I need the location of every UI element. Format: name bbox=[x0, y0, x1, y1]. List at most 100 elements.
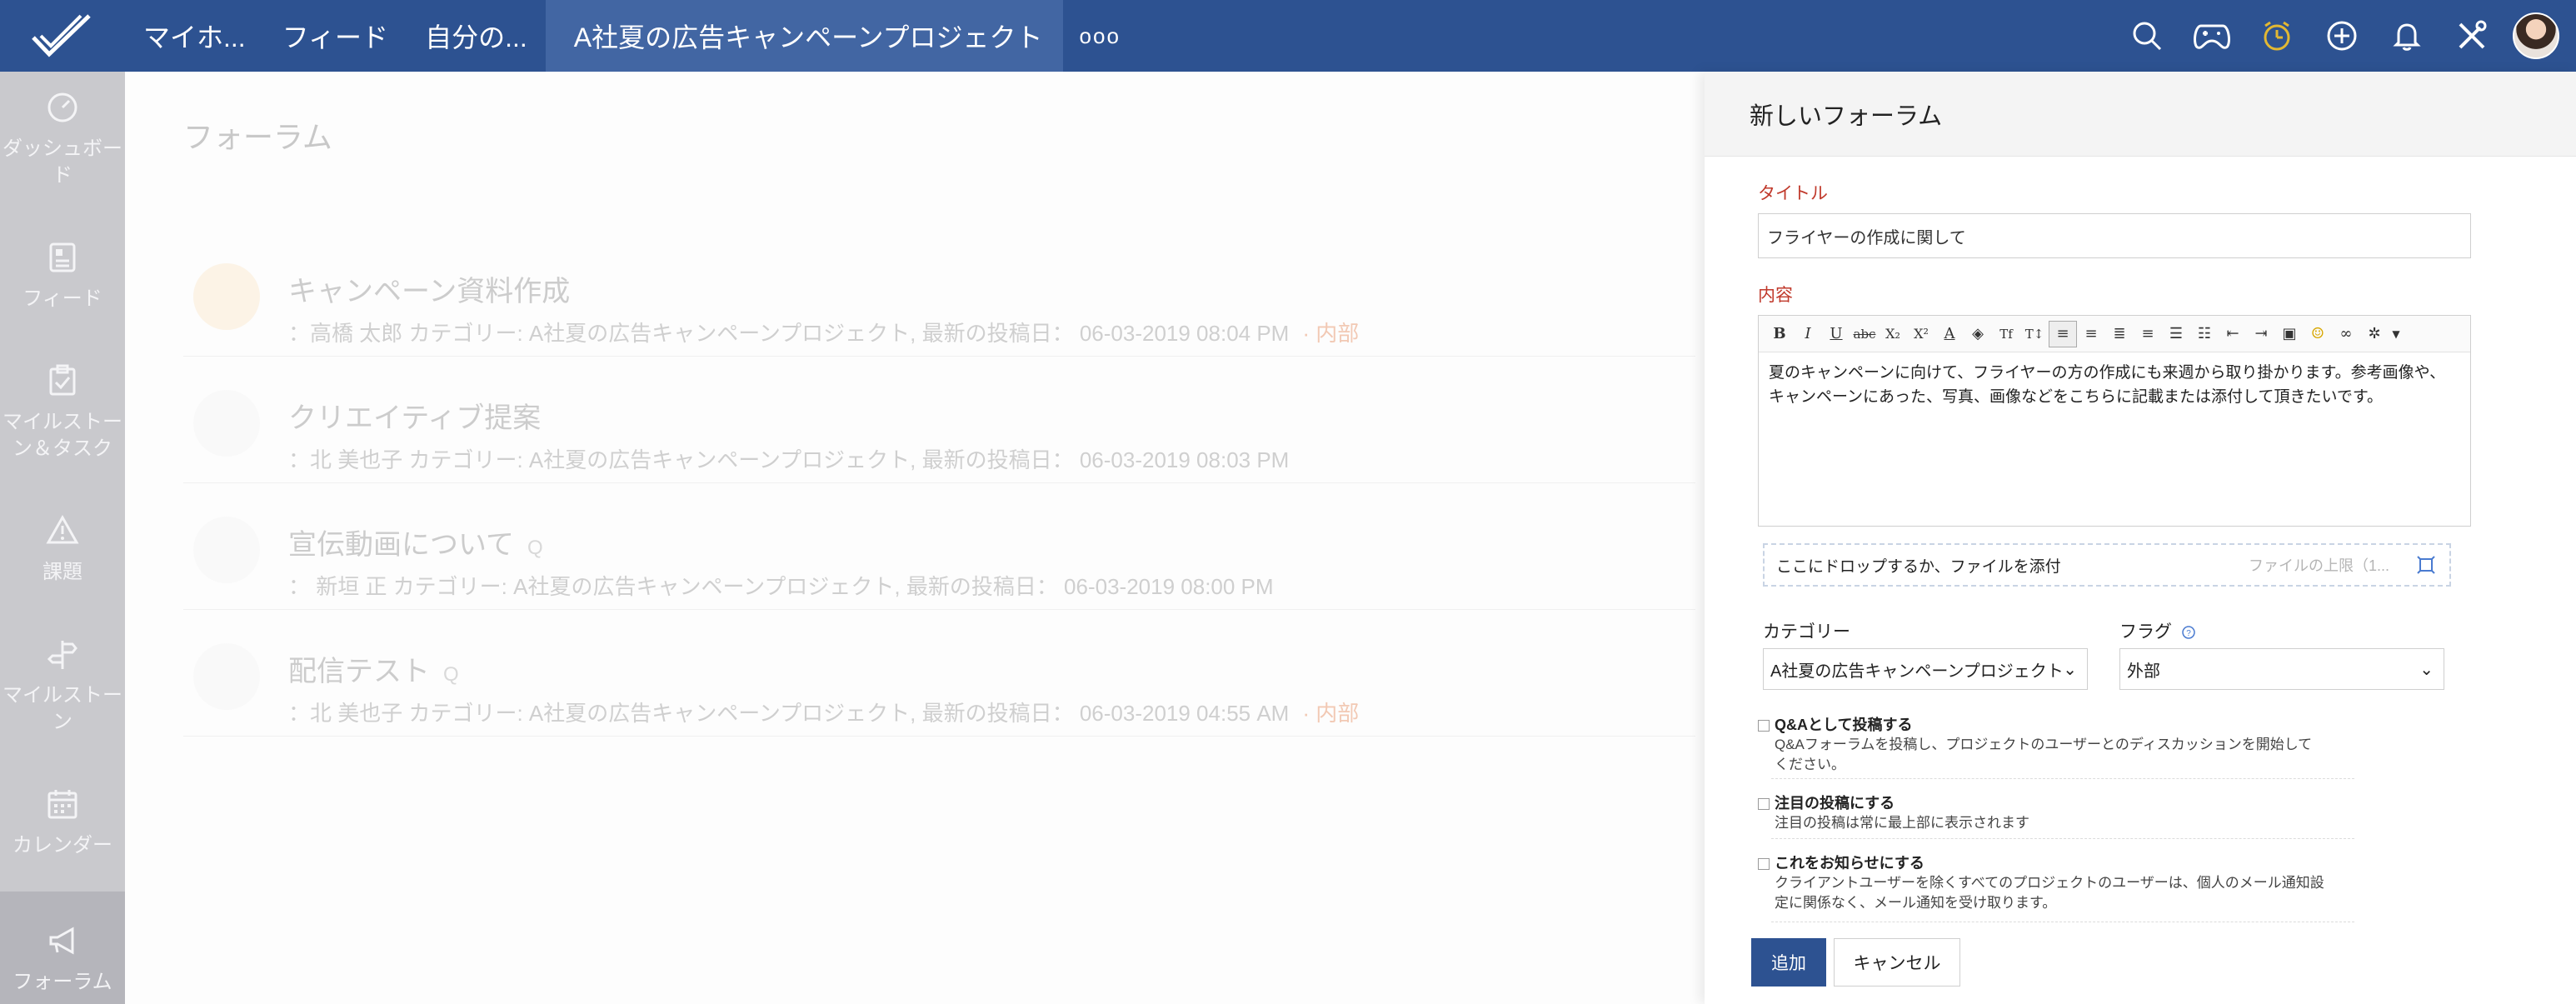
top-icons bbox=[2114, 0, 2576, 72]
qa-icon: Q bbox=[527, 537, 543, 559]
link-icon[interactable]: ∞ bbox=[2332, 321, 2360, 347]
italic-icon[interactable]: I bbox=[1794, 321, 1822, 347]
forum-meta-text: ：高橋 太郎 カテゴリー: A社夏の広告キャンペーンプロジェクト, 最新の投稿日… bbox=[288, 321, 1290, 346]
nav-mine[interactable]: 自分の... bbox=[407, 0, 546, 72]
announcement-option-desc: クライアントユーザーを除くすべてのプロジェクトのユーザーは、個人のメール通知設定… bbox=[1775, 875, 2324, 911]
subscript-icon[interactable]: X₂ bbox=[1879, 321, 1907, 347]
featured-option-desc: 注目の投稿は常に最上部に表示されます bbox=[1775, 815, 2029, 831]
avatar bbox=[193, 263, 260, 330]
bold-icon[interactable]: B bbox=[1765, 321, 1794, 347]
image-icon[interactable]: ▣ bbox=[2275, 321, 2304, 347]
sidebar-item-calendar[interactable]: カレンダー bbox=[0, 755, 125, 892]
justify-icon[interactable]: ≣ bbox=[2105, 321, 2134, 347]
new-forum-panel: 新しいフォーラム タイトル フライヤーの作成に関して 内容 B I U abc … bbox=[1705, 72, 2576, 1004]
forum-row[interactable]: キャンペーン資料作成 ：高橋 太郎 カテゴリー: A社夏の広告キャンペーンプロジ… bbox=[183, 230, 1695, 357]
nav-current-project[interactable]: A社夏の広告キャンペーンプロジェクト bbox=[545, 0, 1063, 72]
nav-myhome[interactable]: マイホ... bbox=[125, 0, 264, 72]
checkmark-logo-icon bbox=[32, 14, 91, 57]
forum-tag: · 内部 bbox=[1302, 321, 1360, 346]
file-dropzone[interactable]: ここにドロップするか、ファイルを添付 ファイルの上限（1... bbox=[1763, 543, 2451, 587]
timer-icon[interactable] bbox=[2244, 0, 2309, 72]
bell-icon[interactable] bbox=[2374, 0, 2439, 72]
category-label: カテゴリー bbox=[1763, 622, 1850, 642]
featured-checkbox[interactable] bbox=[1758, 798, 1770, 810]
search-icon[interactable] bbox=[2114, 0, 2179, 72]
highlight-icon[interactable]: ◈ bbox=[1964, 321, 1992, 347]
title-label: タイトル bbox=[1758, 184, 1828, 203]
chevron-down-icon[interactable]: ▼ bbox=[2389, 321, 2404, 347]
help-icon[interactable]: ? bbox=[2182, 626, 2195, 640]
sidebar-item-label: ダッシュボード bbox=[2, 137, 122, 187]
forum-title[interactable]: 配信テスト Q bbox=[288, 648, 459, 689]
expand-icon[interactable] bbox=[2416, 555, 2436, 575]
content-editor: B I U abc X₂ X² A ◈ Tf T↕ ≡ ≡ ≣ ≡ ☰ ☷ ⇤ … bbox=[1758, 315, 2471, 527]
sidebar-item-label: マイルストーン＆タスク bbox=[2, 410, 122, 460]
sidebar-item-milestones-tasks[interactable]: マイルストーン＆タスク bbox=[0, 345, 125, 482]
font-size-icon[interactable]: T↕ bbox=[2020, 321, 2049, 347]
flag-select[interactable]: 外部 ⌄ bbox=[2119, 648, 2444, 690]
warning-icon bbox=[46, 514, 79, 544]
dropzone-text: ここにドロップするか、ファイルを添付 bbox=[1776, 557, 2061, 576]
forum-row[interactable]: 配信テスト Q ：北 美也子 カテゴリー: A社夏の広告キャンペーンプロジェクト,… bbox=[183, 610, 1695, 737]
superscript-icon[interactable]: X² bbox=[1907, 321, 1935, 347]
strikethrough-icon[interactable]: abc bbox=[1850, 321, 1879, 347]
svg-text:?: ? bbox=[2186, 629, 2191, 638]
align-left-icon[interactable]: ≡ bbox=[2049, 320, 2077, 347]
flag-label-text: フラグ bbox=[2119, 622, 2172, 642]
outdent-icon[interactable]: ⇤ bbox=[2219, 321, 2247, 347]
page-title: フォーラム bbox=[183, 120, 332, 154]
sidebar-item-label: フィード bbox=[22, 287, 102, 310]
featured-option: 注目の投稿にする 注目の投稿は常に最上部に表示されます bbox=[1758, 792, 2358, 833]
editor-content[interactable]: 夏のキャンペーンに向けて、フライヤーの方の作成にも来週から取り掛かります。参考画… bbox=[1759, 352, 2470, 418]
announcement-option: これをお知らせにする クライアントユーザーを除くすべてのプロジェクトのユーザーは… bbox=[1758, 852, 2358, 915]
emoji-icon[interactable]: ☺ bbox=[2304, 321, 2332, 347]
forum-title-text: 配信テスト bbox=[288, 656, 430, 687]
add-icon[interactable] bbox=[2309, 0, 2374, 72]
qa-option-title: Q&Aとして投稿する bbox=[1775, 717, 1913, 733]
forum-meta: ：高橋 太郎 カテゴリー: A社夏の広告キャンペーンプロジェクト, 最新の投稿日… bbox=[288, 317, 1359, 347]
forum-list-area: フォーラム キャンペーン資料作成 ：高橋 太郎 カテゴリー: A社夏の広告キャン… bbox=[125, 72, 1705, 1004]
project-name: A社夏の広告キャンペーンプロジェクト bbox=[573, 22, 1043, 52]
flag-label: フラグ ? bbox=[2119, 618, 2195, 643]
cancel-button[interactable]: キャンセル bbox=[1834, 938, 1960, 987]
sidebar-item-issues[interactable]: 課題 bbox=[0, 482, 125, 618]
font-family-icon[interactable]: Tf bbox=[1992, 321, 2020, 347]
font-color-icon[interactable]: A bbox=[1935, 321, 1964, 347]
more-icon[interactable]: ooo bbox=[1063, 23, 1121, 49]
gamepad-icon[interactable] bbox=[2179, 0, 2244, 72]
nav-feed[interactable]: フィード bbox=[264, 0, 407, 72]
divider bbox=[1771, 838, 2354, 839]
indent-icon[interactable]: ⇥ bbox=[2247, 321, 2275, 347]
sidebar-item-dashboard[interactable]: ダッシュボード bbox=[0, 72, 125, 208]
add-button[interactable]: 追加 bbox=[1751, 938, 1826, 987]
forum-meta: ：北 美也子 カテゴリー: A社夏の広告キャンペーンプロジェクト, 最新の投稿日… bbox=[288, 443, 1289, 474]
task-icon bbox=[49, 364, 76, 396]
qa-checkbox[interactable] bbox=[1758, 720, 1770, 732]
forum-title[interactable]: クリエイティブ提案 bbox=[288, 395, 541, 436]
category-select[interactable]: A社夏の広告キャンペーンプロジェクト ⌄ bbox=[1763, 648, 2088, 690]
user-avatar[interactable] bbox=[2513, 12, 2559, 59]
underline-icon[interactable]: U bbox=[1822, 321, 1850, 347]
numbered-list-icon[interactable]: ☷ bbox=[2190, 321, 2219, 347]
avatar bbox=[193, 390, 260, 457]
forum-title[interactable]: キャンペーン資料作成 bbox=[288, 268, 570, 309]
forum-title[interactable]: 宣伝動画について Q bbox=[288, 522, 543, 562]
more-format-icon[interactable]: ✲ bbox=[2360, 321, 2389, 347]
sidebar-item-feed[interactable]: フィード bbox=[0, 208, 125, 345]
forum-meta: ： 新垣 正 カテゴリー: A社夏の広告キャンペーンプロジェクト, 最新の投稿日… bbox=[288, 570, 1274, 601]
avatar bbox=[193, 643, 260, 710]
align-center-icon[interactable]: ≡ bbox=[2134, 321, 2162, 347]
content-label: 内容 bbox=[1758, 286, 1793, 305]
announcement-checkbox[interactable] bbox=[1758, 858, 1770, 870]
forum-row[interactable]: クリエイティブ提案 ：北 美也子 カテゴリー: A社夏の広告キャンペーンプロジェ… bbox=[183, 357, 1695, 483]
app-logo[interactable] bbox=[0, 0, 125, 72]
align-right-icon[interactable]: ≡ bbox=[2077, 321, 2105, 347]
forum-meta: ：北 美也子 カテゴリー: A社夏の広告キャンペーンプロジェクト, 最新の投稿日… bbox=[288, 697, 1359, 727]
forum-row[interactable]: 宣伝動画について Q ： 新垣 正 カテゴリー: A社夏の広告キャンペーンプロジェ… bbox=[183, 483, 1695, 610]
signpost-icon bbox=[47, 640, 77, 669]
sidebar-item-forum[interactable]: フォーラム bbox=[0, 892, 125, 1004]
title-input[interactable]: フライヤーの作成に関して bbox=[1758, 213, 2471, 258]
tools-icon[interactable] bbox=[2439, 0, 2504, 72]
sidebar-item-milestones[interactable]: マイルストーン bbox=[0, 618, 125, 755]
bullet-list-icon[interactable]: ☰ bbox=[2162, 321, 2190, 347]
